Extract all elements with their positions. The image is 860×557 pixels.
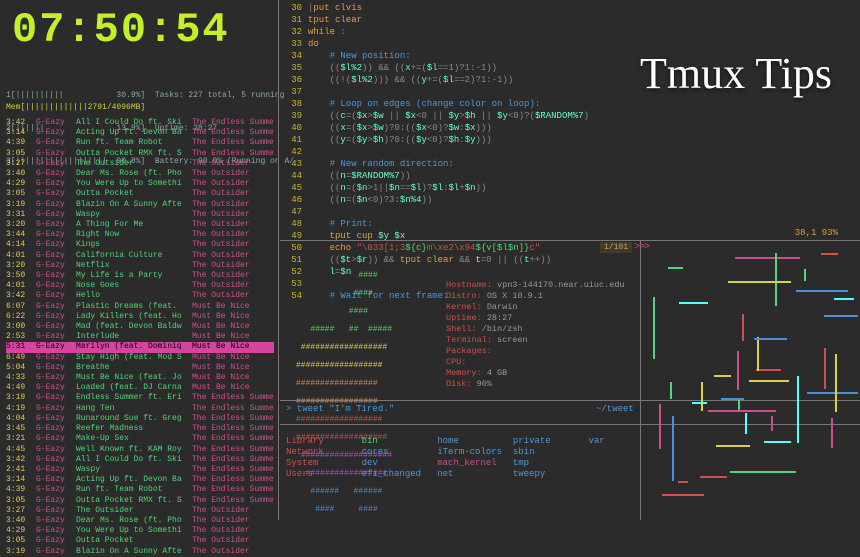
playlist-row[interactable]: 3:19G-EazyBlazin On A Sunny AfteThe Outs… <box>6 547 274 557</box>
playlist-row[interactable]: 4:33G-EazyMust Be Nice (feat. JoMust Be … <box>6 373 274 383</box>
playlist-row[interactable]: 3:27G-EazyThe OutsiderThe Outsider <box>6 506 274 516</box>
apple-logo-icon: #### #### #### ##### ## ##### ##########… <box>296 262 397 532</box>
playlist-row[interactable]: 3:44G-EazyRight NowThe Outsider <box>6 230 274 240</box>
playlist-row[interactable]: 4:45G-EazyWell Known ft. KAM RoyThe Endl… <box>6 445 274 455</box>
playlist-row[interactable]: 3:45G-EazyReefer MadnessThe Endless Summ… <box>6 424 274 434</box>
playlist-row[interactable]: 3:05G-EazyOutta Pocket RMX ft. SThe Endl… <box>6 149 274 159</box>
music-playlist[interactable]: 3:42G-EazyAll I Could Do ft. SkiThe Endl… <box>6 118 274 557</box>
playlist-row[interactable]: 2:41G-EazyWaspyThe Endless Summer <box>6 465 274 475</box>
pipes-screensaver <box>646 246 858 516</box>
playlist-row[interactable]: 4:39G-EazyRun ft. Team RobotThe Endless … <box>6 138 274 148</box>
playlist-row[interactable]: 4:14G-EazyKingsThe Outsider <box>6 240 274 250</box>
playlist-row[interactable]: 3:19G-EazyEndless Summer ft. EriThe Endl… <box>6 393 274 403</box>
editor-status: 38,1 93% <box>795 228 838 238</box>
playlist-row[interactable]: 3:27G-EazyThe OutsiderThe Outsider <box>6 159 274 169</box>
playlist-row[interactable]: 2:53G-EazyInterludeMust Be Nice <box>6 332 274 342</box>
playlist-row[interactable]: 5:31G-EazyMarilyn (feat. DominiqMust Be … <box>6 342 274 352</box>
playlist-row[interactable]: 4:01G-EazyCalifornia CultureThe Outsider <box>6 251 274 261</box>
clock: 07:50:54 <box>12 6 230 54</box>
playlist-row[interactable]: 6:22G-EazyLady Killers (feat. HoMust Be … <box>6 312 274 322</box>
playlist-row[interactable]: 3:05G-EazyOutta PocketThe Outsider <box>6 536 274 546</box>
playlist-row[interactable]: 3:42G-EazyAll I Could Do ft. SkiThe Endl… <box>6 455 274 465</box>
playlist-row[interactable]: 3:21G-EazyMake-Up SexThe Endless Summer <box>6 434 274 444</box>
tweet-path: ~/tweet <box>596 404 634 414</box>
playlist-row[interactable]: 3:42G-EazyAll I Could Do ft. SkiThe Endl… <box>6 118 274 128</box>
tweet-prompt[interactable]: > tweet "I'm Tired." <box>286 404 394 414</box>
playlist-row[interactable]: 5:04G-EazyBreatheMust Be Nice <box>6 363 274 373</box>
playlist-row[interactable]: 4:04G-EazyRunaround Sue ft. GregThe Endl… <box>6 414 274 424</box>
neofetch-pane: #### #### #### ##### ## ##### ##########… <box>286 244 636 398</box>
playlist-row[interactable]: 3:00G-EazyMad (feat. Devon BaldwMust Be … <box>6 322 274 332</box>
playlist-row[interactable]: 3:42G-EazyHelloThe Outsider <box>6 291 274 301</box>
playlist-row[interactable]: 6:49G-EazyStay High (feat. Mod SMust Be … <box>6 353 274 363</box>
playlist-row[interactable]: 3:05G-EazyOutta PocketThe Outsider <box>6 189 274 199</box>
code-editor[interactable]: 30|put clvis31tput clear32while :33do34 … <box>282 0 858 236</box>
ls-output: Library bin home private var Network cor… <box>286 436 664 480</box>
memory-bar: Mem[|||||||||||||2791/4096MB] <box>6 103 145 112</box>
playlist-row[interactable]: 3:19G-EazyBlazin On A Sunny AfteThe Outs… <box>6 200 274 210</box>
system-info: Hostname: vpn3-144170.near.uiuc.eduDistr… <box>446 280 625 390</box>
playlist-row[interactable]: 3:20G-EazyNetflixThe Outsider <box>6 261 274 271</box>
playlist-row[interactable]: 3:31G-EazyWaspyThe Outsider <box>6 210 274 220</box>
playlist-row[interactable]: 3:40G-EazyDear Ms. Rose (ft. PhoThe Outs… <box>6 516 274 526</box>
playlist-row[interactable]: 3:05G-EazyOutta Pocket RMX ft. SThe Endl… <box>6 496 274 506</box>
playlist-row[interactable]: 4:39G-EazyRun ft. Team RobotThe Endless … <box>6 485 274 495</box>
playlist-row[interactable]: 6:07G-EazyPlastic Dreams (feat.Must Be N… <box>6 302 274 312</box>
playlist-row[interactable]: 4:49G-EazyLoaded (feat. DJ CarnaMust Be … <box>6 383 274 393</box>
playlist-row[interactable]: 3:14G-EazyActing Up ft. Devon BaThe Endl… <box>6 128 274 138</box>
playlist-row[interactable]: 4:19G-EazyHang TenThe Endless Summer <box>6 404 274 414</box>
playlist-row[interactable]: 3:50G-EazyMy Life is a PartyThe Outsider <box>6 271 274 281</box>
playlist-row[interactable]: 3:20G-EazyA Thing For MeThe Outsider <box>6 220 274 230</box>
playlist-row[interactable]: 3:14G-EazyActing Up ft. Devon BaThe Endl… <box>6 475 274 485</box>
playlist-row[interactable]: 4:29G-EazyYou Were Up to SomethiThe Outs… <box>6 526 274 536</box>
playlist-row[interactable]: 4:29G-EazyYou Were Up to SomethiThe Outs… <box>6 179 274 189</box>
playlist-row[interactable]: 4:01G-EazyNose GoesThe Outsider <box>6 281 274 291</box>
playlist-row[interactable]: 3:40G-EazyDear Ms. Rose (ft. PhoThe Outs… <box>6 169 274 179</box>
